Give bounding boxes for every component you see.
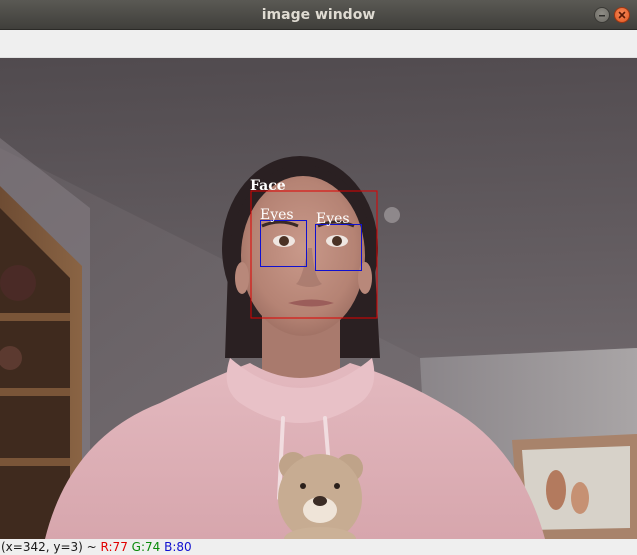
status-coords: (x=342, y=3) ~ — [1, 540, 97, 554]
minimize-icon — [599, 15, 605, 17]
toolbar — [0, 30, 637, 58]
title-bar: image window — [0, 0, 637, 30]
eye-detection-label-left: Eyes — [260, 207, 294, 223]
status-b-value: B:80 — [164, 540, 192, 554]
status-r-value: R:77 — [100, 540, 128, 554]
close-icon — [618, 11, 626, 19]
status-g-value: G:74 — [131, 540, 161, 554]
webcam-image — [0, 58, 637, 539]
eye-detection-label-right: Eyes — [316, 211, 350, 227]
minimize-button[interactable] — [594, 7, 610, 23]
close-button[interactable] — [614, 7, 630, 23]
window-title: image window — [261, 7, 376, 23]
face-detection-label: Face — [250, 178, 286, 194]
image-view[interactable]: Face Eyes Eyes — [0, 58, 637, 539]
status-bar: (x=342, y=3) ~ R:77 G:74 B:80 — [0, 539, 637, 555]
